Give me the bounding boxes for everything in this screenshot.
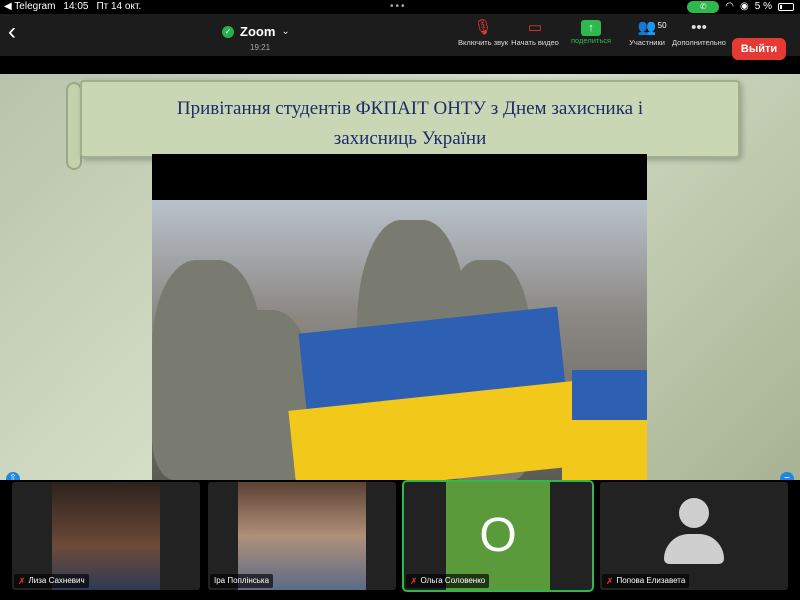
battery-percent: 5 % bbox=[754, 1, 772, 12]
start-video-button[interactable]: ▭ Начать видео bbox=[506, 18, 564, 47]
default-avatar-icon bbox=[664, 498, 724, 574]
unmute-label: Включить звук bbox=[457, 38, 509, 47]
status-time: 14:05 bbox=[63, 1, 89, 12]
more-label: Дополнительно bbox=[672, 38, 726, 47]
share-screen-icon: ↑ bbox=[581, 20, 601, 36]
chevron-left-icon[interactable]: ‹ bbox=[8, 20, 16, 44]
video-off-icon: ▭ bbox=[527, 19, 543, 36]
participant-tile-active-speaker[interactable]: O ✗ Ольга Соловенко bbox=[402, 480, 594, 592]
participants-label: Участники bbox=[629, 38, 665, 47]
participant-name: Лиза Сахневич bbox=[28, 576, 85, 585]
back-to-app-link[interactable]: ◀ Telegram bbox=[4, 0, 55, 14]
banner-title-line1: Привітання студентів ФКПАІТ ОНТУ з Днем … bbox=[176, 98, 644, 119]
share-label: поделиться bbox=[570, 36, 612, 45]
start-video-label: Начать видео bbox=[511, 38, 559, 47]
wifi-icon: ◠ bbox=[725, 1, 735, 12]
participant-tile[interactable]: Іра Поплінська bbox=[208, 482, 396, 590]
participant-name: Іра Поплінська bbox=[214, 576, 270, 585]
share-button[interactable]: ↑ поделиться bbox=[562, 18, 620, 45]
mic-off-icon: ✗ bbox=[410, 576, 418, 586]
meeting-info-button[interactable]: ✓ Zoom ⌄ bbox=[222, 24, 290, 39]
participant-tile[interactable]: ✗ Попова Елизавета bbox=[600, 482, 788, 590]
app-title: Zoom bbox=[240, 24, 276, 39]
greeting-banner: Привітання студентів ФКПАІТ ОНТУ з Днем … bbox=[80, 80, 740, 158]
mic-off-icon: 🎙 bbox=[473, 19, 493, 36]
participant-strip: ✗ Лиза Сахневич Іра Поплінська O ✗ Ольга… bbox=[0, 480, 800, 600]
status-date: Пт 14 окт. bbox=[96, 1, 142, 12]
participant-name: Ольга Соловенко bbox=[420, 576, 486, 585]
participants-button[interactable]: 👥 50 Участники bbox=[618, 18, 676, 47]
banner-title-line2: захисниць України bbox=[333, 128, 487, 149]
status-bar: ◀ Telegram 14:05 Пт 14 окт. ••• ✆ ◠ ◉ 5 … bbox=[0, 0, 800, 14]
participant-name: Попова Елизавета bbox=[616, 576, 686, 585]
location-icon: ◉ bbox=[740, 1, 749, 12]
people-icon: 👥 50 bbox=[638, 18, 667, 38]
ukrainian-flag-yellow bbox=[562, 420, 647, 480]
more-button[interactable]: ••• Дополнительно bbox=[670, 18, 728, 47]
meeting-toolbar: ‹ ✓ Zoom ⌄ 19:21 🎙 Включить звук ▭ Начат… bbox=[0, 14, 800, 60]
leave-button[interactable]: Выйти bbox=[732, 38, 786, 60]
ukrainian-flag-blue bbox=[572, 370, 647, 420]
chevron-down-icon: ⌄ bbox=[281, 26, 290, 37]
unmute-button[interactable]: 🎙 Включить звук bbox=[454, 18, 512, 47]
multitask-dots-icon[interactable]: ••• bbox=[390, 0, 407, 14]
mic-off-icon: ✗ bbox=[18, 576, 26, 586]
active-call-icon[interactable]: ✆ bbox=[687, 1, 720, 13]
more-dots-icon: ••• bbox=[691, 19, 707, 36]
meeting-duration: 19:21 bbox=[250, 43, 271, 52]
participants-count: 50 bbox=[657, 21, 667, 30]
mic-off-icon: ✗ bbox=[606, 576, 614, 586]
soldiers-photo bbox=[152, 154, 647, 480]
participant-tile[interactable]: ✗ Лиза Сахневич bbox=[12, 482, 200, 590]
shared-screen: Привітання студентів ФКПАІТ ОНТУ з Днем … bbox=[0, 74, 800, 480]
battery-icon bbox=[778, 3, 794, 11]
encryption-shield-icon: ✓ bbox=[222, 25, 234, 38]
